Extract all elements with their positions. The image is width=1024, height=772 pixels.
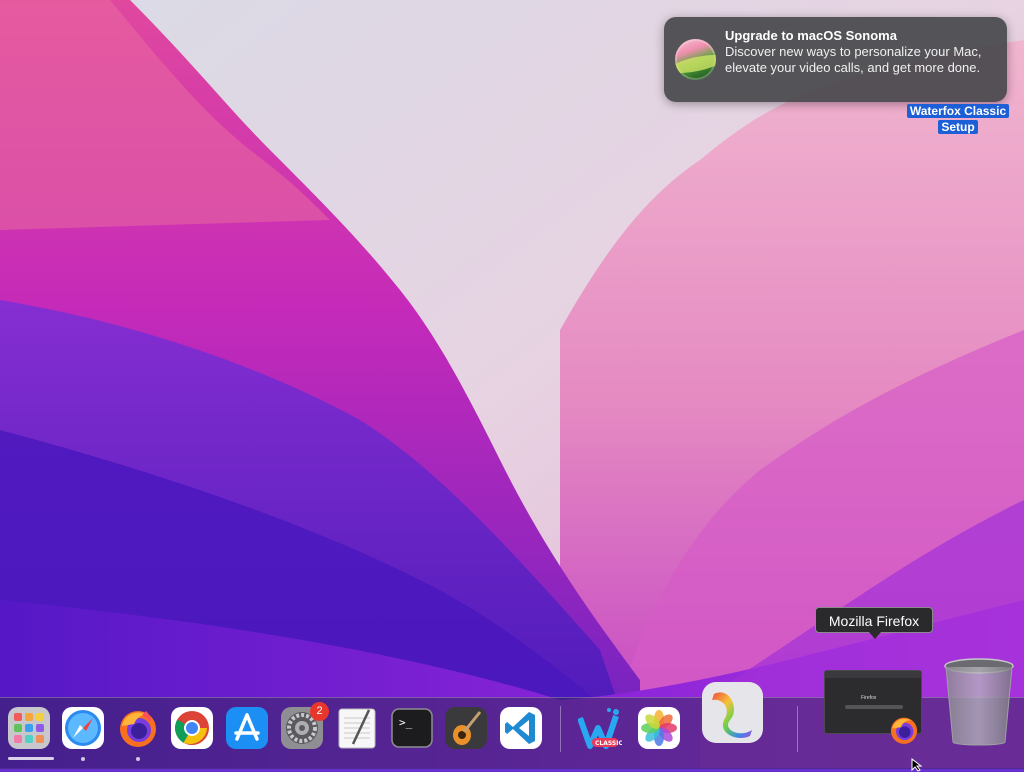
dock-item-textedit[interactable] bbox=[335, 706, 379, 750]
dock-item-app-store[interactable] bbox=[225, 706, 269, 750]
dock-scroll-indicator bbox=[8, 757, 54, 760]
dock-item-vscode[interactable] bbox=[499, 706, 543, 750]
svg-text:CLASSIC: CLASSIC bbox=[595, 740, 622, 747]
dock-separator bbox=[560, 706, 561, 752]
notification-body: Discover new ways to personalize your Ma… bbox=[725, 44, 982, 75]
minimized-window-app-badge bbox=[888, 714, 920, 746]
dock-item-terminal[interactable]: >_ bbox=[390, 706, 434, 750]
firefox-small-icon bbox=[890, 717, 918, 744]
mini-window-titlebar bbox=[825, 671, 921, 678]
garageband-icon bbox=[445, 707, 487, 749]
chrome-icon bbox=[171, 707, 213, 749]
system-preferences-badge: 2 bbox=[310, 702, 329, 721]
desktop-icon-label-line1: Waterfox Classic bbox=[906, 104, 1010, 118]
notification-title: Upgrade to macOS Sonoma bbox=[725, 28, 897, 43]
safari-running-indicator bbox=[81, 757, 85, 761]
safari-icon bbox=[62, 707, 104, 749]
macos-sonoma-icon bbox=[675, 39, 716, 80]
textedit-icon bbox=[338, 708, 376, 749]
mini-window-text: Firefox bbox=[861, 695, 877, 701]
mini-window-search-field bbox=[845, 705, 903, 709]
grapher-icon bbox=[702, 682, 763, 743]
dock-item-chrome[interactable] bbox=[170, 706, 214, 750]
terminal-icon: >_ bbox=[391, 708, 433, 748]
dock-item-firefox[interactable] bbox=[116, 706, 160, 750]
dock-item-garageband[interactable] bbox=[444, 706, 488, 750]
desktop-wallpaper bbox=[0, 0, 1024, 768]
dock-tooltip: Mozilla Firefox bbox=[815, 607, 933, 639]
dock-item-photos[interactable] bbox=[637, 706, 681, 750]
dock-separator-2 bbox=[797, 706, 798, 752]
waterfox-classic-icon: CLASSIC bbox=[578, 708, 622, 749]
dock-item-safari[interactable] bbox=[61, 706, 105, 750]
vscode-icon bbox=[500, 707, 542, 749]
firefox-icon bbox=[120, 711, 156, 747]
app-store-icon bbox=[226, 707, 268, 749]
launchpad-icon bbox=[8, 707, 50, 749]
svg-text:>_: >_ bbox=[399, 716, 413, 729]
dock-item-launchpad[interactable] bbox=[7, 706, 51, 750]
trash-icon bbox=[944, 658, 1014, 746]
mouse-cursor-icon bbox=[911, 758, 923, 772]
desktop-icon-label-line2: Setup bbox=[938, 120, 978, 134]
dock-item-waterfox-classic[interactable]: CLASSIC bbox=[578, 706, 622, 750]
desktop-icon-waterfox-setup[interactable]: Waterfox Classic Setup bbox=[903, 103, 1013, 135]
firefox-running-indicator bbox=[136, 757, 140, 761]
upgrade-notification[interactable]: Upgrade to macOS Sonoma Discover new way… bbox=[664, 17, 1007, 102]
dock-item-grapher[interactable] bbox=[700, 680, 765, 745]
photos-icon bbox=[638, 707, 680, 749]
dock-item-trash[interactable] bbox=[940, 656, 1018, 748]
